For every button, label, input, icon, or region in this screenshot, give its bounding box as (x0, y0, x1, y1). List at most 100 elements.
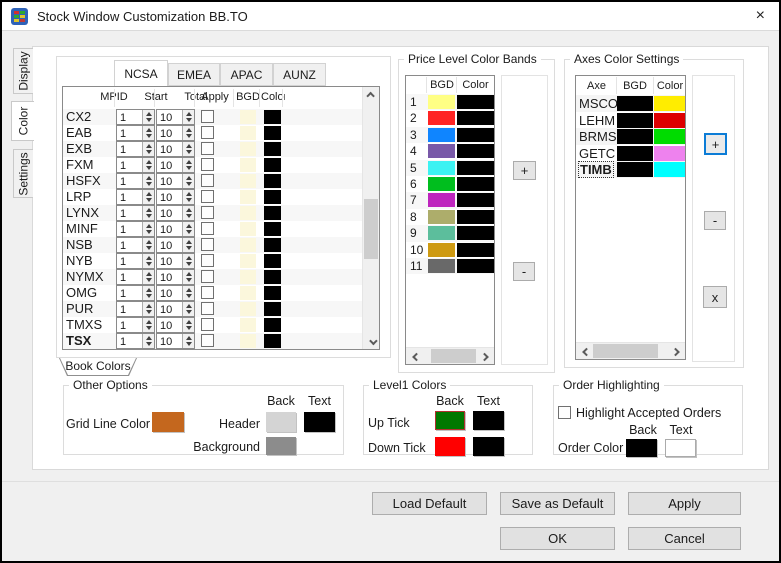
start-spinner[interactable]: 1 (116, 253, 155, 269)
apply-checkbox[interactable] (201, 222, 214, 235)
start-spinner[interactable]: 1 (116, 205, 155, 221)
spinner-arrows-icon[interactable] (182, 318, 194, 332)
total-spinner[interactable]: 10 (156, 125, 195, 141)
bgd-swatch[interactable] (617, 96, 653, 111)
total-spinner[interactable]: 10 (156, 189, 195, 205)
scrollbar-thumb[interactable] (593, 344, 658, 358)
spinner-arrows-icon[interactable] (182, 270, 194, 284)
apply-checkbox[interactable] (201, 318, 214, 331)
spinner-arrows-icon[interactable] (142, 190, 154, 204)
spinner-arrows-icon[interactable] (182, 206, 194, 220)
color-swatch[interactable] (457, 243, 494, 257)
total-spinner[interactable]: 10 (156, 141, 195, 157)
spinner-arrows-icon[interactable] (142, 126, 154, 140)
color-swatch[interactable] (264, 110, 281, 124)
total-spinner[interactable]: 10 (156, 269, 195, 285)
load-default-button[interactable]: Load Default (372, 492, 487, 515)
apply-checkbox[interactable] (201, 334, 214, 347)
tab-color[interactable]: Color (11, 101, 34, 141)
bgd-swatch[interactable] (428, 226, 455, 240)
remove-band-button[interactable]: - (513, 262, 535, 281)
start-spinner[interactable]: 1 (116, 237, 155, 253)
delete-axe-button[interactable]: x (703, 286, 727, 308)
tab-settings[interactable]: Settings (13, 149, 33, 198)
axe-label[interactable]: MSCO (579, 96, 618, 111)
start-spinner[interactable]: 1 (116, 333, 155, 349)
total-spinner[interactable]: 10 (156, 157, 195, 173)
horizontal-scrollbar[interactable] (406, 347, 494, 364)
bgd-swatch[interactable] (428, 243, 455, 257)
order-back-swatch[interactable] (626, 439, 657, 457)
bgd-swatch[interactable] (240, 174, 256, 188)
start-spinner[interactable]: 1 (116, 173, 155, 189)
start-spinner[interactable]: 1 (116, 301, 155, 317)
start-spinner[interactable]: 1 (116, 157, 155, 173)
axe-label[interactable]: BRMS (579, 129, 617, 144)
start-spinner[interactable]: 1 (116, 141, 155, 157)
spinner-arrows-icon[interactable] (142, 302, 154, 316)
tab-display[interactable]: Display (13, 48, 33, 94)
color-swatch[interactable] (264, 270, 281, 284)
add-band-button[interactable]: + (513, 161, 536, 180)
color-swatch[interactable] (457, 259, 494, 273)
bgd-swatch[interactable] (617, 146, 653, 161)
up-tick-back-swatch[interactable] (435, 411, 465, 430)
vertical-scrollbar[interactable] (362, 87, 379, 349)
color-swatch[interactable] (264, 302, 281, 316)
bgd-swatch[interactable] (240, 110, 256, 124)
color-swatch[interactable] (457, 128, 494, 142)
start-spinner[interactable]: 1 (116, 221, 155, 237)
color-swatch[interactable] (654, 162, 685, 177)
apply-checkbox[interactable] (201, 158, 214, 171)
spinner-arrows-icon[interactable] (182, 302, 194, 316)
total-spinner[interactable]: 10 (156, 205, 195, 221)
spinner-arrows-icon[interactable] (182, 110, 194, 124)
total-spinner[interactable]: 10 (156, 109, 195, 125)
spinner-arrows-icon[interactable] (142, 110, 154, 124)
bgd-swatch[interactable] (428, 193, 455, 207)
horizontal-scrollbar[interactable] (576, 342, 685, 359)
spinner-arrows-icon[interactable] (182, 190, 194, 204)
scroll-right-icon[interactable] (668, 343, 685, 360)
color-swatch[interactable] (457, 210, 494, 224)
apply-checkbox[interactable] (201, 286, 214, 299)
spinner-arrows-icon[interactable] (142, 238, 154, 252)
spinner-arrows-icon[interactable] (142, 334, 154, 348)
apply-checkbox[interactable] (201, 126, 214, 139)
total-spinner[interactable]: 10 (156, 333, 195, 349)
down-tick-text-swatch[interactable] (473, 437, 504, 456)
scrollbar-thumb[interactable] (364, 199, 378, 259)
spinner-arrows-icon[interactable] (142, 222, 154, 236)
bgd-swatch[interactable] (240, 302, 256, 316)
bgd-swatch[interactable] (428, 210, 455, 224)
axe-label[interactable]: LEHM (579, 113, 615, 128)
total-spinner[interactable]: 10 (156, 173, 195, 189)
ok-button[interactable]: OK (500, 527, 615, 550)
spinner-arrows-icon[interactable] (142, 142, 154, 156)
bgd-swatch[interactable] (428, 161, 455, 175)
scroll-left-icon[interactable] (576, 343, 593, 360)
color-swatch[interactable] (654, 96, 685, 111)
bgd-swatch[interactable] (617, 129, 653, 144)
add-axe-button[interactable]: + (704, 133, 727, 155)
highlight-accepted-orders-checkbox[interactable] (558, 406, 571, 419)
spinner-arrows-icon[interactable] (182, 334, 194, 348)
bgd-swatch[interactable] (428, 111, 455, 125)
apply-button[interactable]: Apply (628, 492, 741, 515)
apply-checkbox[interactable] (201, 142, 214, 155)
tab-apac[interactable]: APAC (220, 63, 273, 86)
bgd-swatch[interactable] (240, 206, 256, 220)
apply-checkbox[interactable] (201, 238, 214, 251)
spinner-arrows-icon[interactable] (182, 286, 194, 300)
spinner-arrows-icon[interactable] (142, 174, 154, 188)
start-spinner[interactable]: 1 (116, 269, 155, 285)
scroll-right-icon[interactable] (477, 348, 494, 365)
apply-checkbox[interactable] (201, 270, 214, 283)
spinner-arrows-icon[interactable] (142, 206, 154, 220)
color-swatch[interactable] (264, 142, 281, 156)
color-swatch[interactable] (654, 129, 685, 144)
apply-checkbox[interactable] (201, 110, 214, 123)
bgd-swatch[interactable] (428, 177, 455, 191)
total-spinner[interactable]: 10 (156, 285, 195, 301)
cancel-button[interactable]: Cancel (628, 527, 741, 550)
